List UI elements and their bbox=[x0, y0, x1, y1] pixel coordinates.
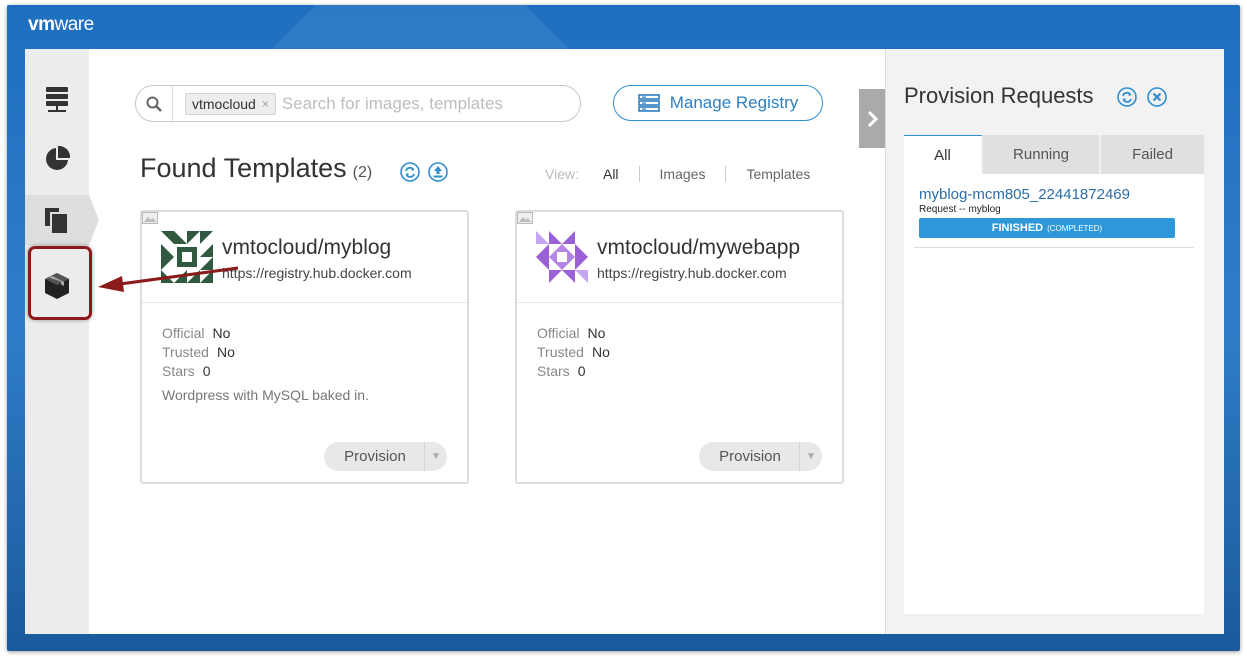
request-subtitle: Request -- myblog bbox=[919, 204, 1001, 215]
panel-collapse-button[interactable] bbox=[859, 89, 886, 148]
provision-button[interactable]: Provision ▼ bbox=[699, 442, 822, 471]
window-frame: vmware vtmocloud × Search for images, te… bbox=[7, 5, 1240, 651]
app-container: vtmocloud × Manage Registry Found Templa… bbox=[25, 49, 1224, 634]
chevron-right-icon bbox=[867, 110, 878, 127]
prop-official: Official No bbox=[537, 325, 606, 341]
left-sidebar bbox=[25, 49, 99, 634]
result-count: (2) bbox=[352, 164, 373, 181]
request-tabs: All Running Failed bbox=[904, 135, 1204, 174]
refresh-icon[interactable] bbox=[1117, 87, 1137, 107]
found-actions bbox=[400, 162, 448, 182]
status-label: FINISHED bbox=[991, 222, 1044, 234]
page-title: Found Templates bbox=[140, 153, 347, 183]
card-divider bbox=[142, 302, 467, 303]
request-name-link[interactable]: myblog-mcm805_22441872469 bbox=[919, 186, 1130, 203]
request-status-bar: FINISHED (COMPLETED) bbox=[919, 218, 1175, 238]
prop-trusted: Trusted No bbox=[162, 344, 235, 360]
panel-actions bbox=[1117, 87, 1167, 107]
request-list: myblog-mcm805_22441872469 Request -- myb… bbox=[904, 174, 1204, 614]
provision-label: Provision bbox=[344, 448, 406, 465]
found-templates-heading: Found Templates (2) bbox=[140, 153, 372, 184]
documents-icon bbox=[45, 208, 67, 233]
card-divider bbox=[517, 302, 842, 303]
tab-failed[interactable]: Failed bbox=[1101, 135, 1204, 174]
template-url: https://registry.hub.docker.com bbox=[597, 265, 787, 281]
nav-item-dashboard[interactable] bbox=[25, 134, 89, 184]
manage-registry-button[interactable]: Manage Registry bbox=[613, 85, 823, 121]
provision-label: Provision bbox=[719, 448, 781, 465]
view-option-templates[interactable]: Templates bbox=[725, 166, 810, 182]
template-name[interactable]: vmtocloud/mywebapp bbox=[597, 236, 800, 260]
provision-requests-panel: Provision Requests All Running Failed my… bbox=[885, 49, 1224, 634]
status-detail: (COMPLETED) bbox=[1047, 223, 1103, 233]
template-name[interactable]: vmtocloud/myblog bbox=[222, 236, 391, 260]
provision-button[interactable]: Provision ▼ bbox=[324, 442, 447, 471]
template-url: https://registry.hub.docker.com bbox=[222, 265, 412, 281]
image-placeholder-icon bbox=[517, 212, 533, 224]
search-button[interactable] bbox=[136, 86, 173, 121]
tab-running[interactable]: Running bbox=[983, 135, 1101, 174]
template-card: vmtocloud/mywebapp https://registry.hub.… bbox=[515, 210, 844, 484]
prop-stars: Stars 0 bbox=[162, 363, 211, 379]
identicon-avatar bbox=[161, 231, 213, 283]
tag-remove-icon[interactable]: × bbox=[262, 97, 269, 111]
search-input[interactable] bbox=[281, 93, 512, 114]
identicon-avatar bbox=[536, 231, 588, 283]
vmware-logo: vmware bbox=[28, 14, 94, 35]
view-label: View: bbox=[545, 166, 579, 182]
template-properties: Official No Trusted No Stars 0 bbox=[162, 324, 235, 381]
provision-dropdown-icon[interactable]: ▼ bbox=[799, 442, 822, 471]
request-divider bbox=[914, 247, 1194, 248]
nav-item-hosts[interactable] bbox=[25, 74, 89, 124]
pie-chart-icon bbox=[46, 146, 70, 170]
annotation-highlight-box bbox=[28, 246, 92, 320]
refresh-icon[interactable] bbox=[400, 162, 420, 182]
template-card: vmtocloud/myblog https://registry.hub.do… bbox=[140, 210, 469, 484]
manage-registry-label: Manage Registry bbox=[669, 93, 799, 112]
registry-icon bbox=[637, 94, 660, 112]
search-tag-label: vtmocloud bbox=[192, 95, 256, 112]
search-icon bbox=[146, 96, 162, 112]
main-content: vtmocloud × Manage Registry Found Templa… bbox=[89, 49, 885, 634]
server-stack-icon bbox=[46, 87, 68, 112]
close-circle-icon[interactable] bbox=[1147, 87, 1167, 107]
upload-icon[interactable] bbox=[428, 162, 448, 182]
search-bar[interactable]: vtmocloud × bbox=[135, 85, 581, 122]
prop-trusted: Trusted No bbox=[537, 344, 610, 360]
prop-official: Official No bbox=[162, 325, 231, 341]
nav-item-templates[interactable] bbox=[25, 195, 99, 245]
search-filter-tag: vtmocloud × bbox=[185, 92, 276, 115]
view-option-images[interactable]: Images bbox=[638, 166, 726, 182]
template-description: Wordpress with MySQL baked in. bbox=[162, 387, 369, 403]
prop-stars: Stars 0 bbox=[537, 363, 586, 379]
view-option-all[interactable]: All bbox=[603, 166, 639, 182]
template-properties: Official No Trusted No Stars 0 bbox=[537, 324, 610, 381]
view-filter: View: All Images Templates bbox=[545, 166, 810, 182]
panel-title: Provision Requests bbox=[904, 83, 1094, 108]
image-placeholder-icon bbox=[142, 212, 158, 224]
provision-dropdown-icon[interactable]: ▼ bbox=[424, 442, 447, 471]
tab-all[interactable]: All bbox=[904, 135, 983, 174]
